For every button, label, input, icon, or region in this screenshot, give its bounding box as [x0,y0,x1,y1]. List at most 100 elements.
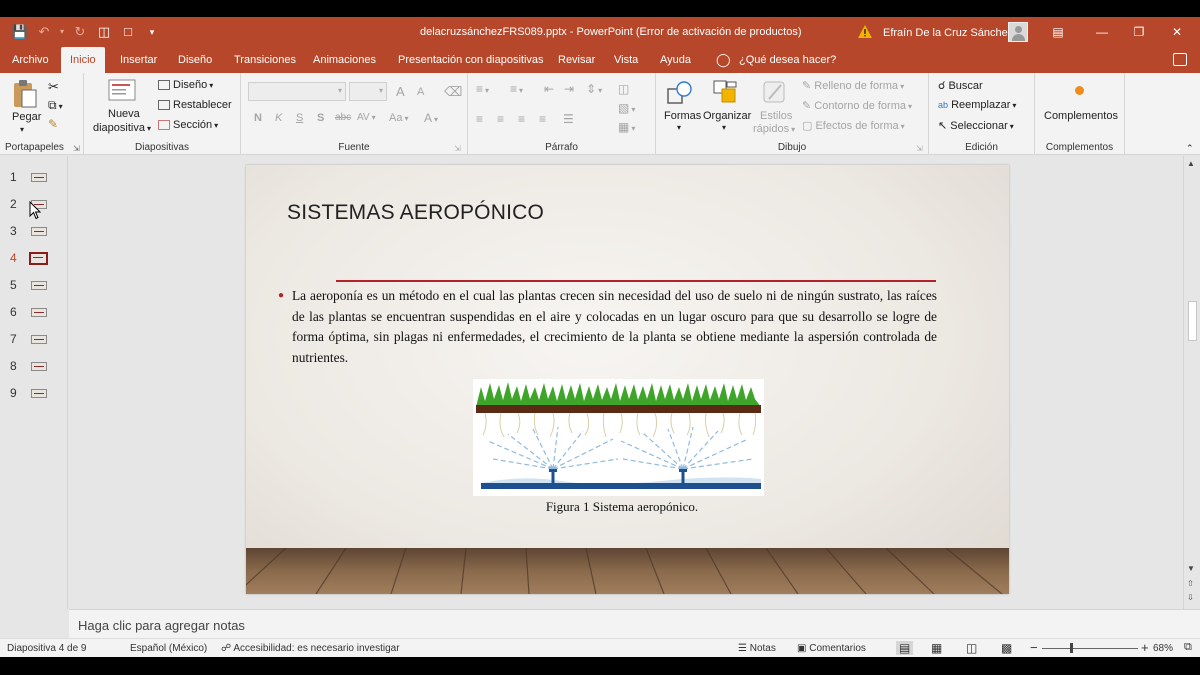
shapes-dropdown-icon[interactable]: ▾ [677,123,681,132]
distributed-icon[interactable]: ☰ [563,112,574,126]
undo-dropdown-icon[interactable]: ▾ [58,23,66,41]
zoom-slider[interactable] [1042,648,1138,649]
thumbnail-number[interactable]: 2 [10,197,17,211]
arrange-dropdown-icon[interactable]: ▾ [722,123,726,132]
shape-effects-button[interactable]: ▢ Efectos de forma ▾ [802,119,905,132]
shadow-button[interactable]: S [317,112,324,124]
thumbnail-number[interactable]: 3 [10,224,17,238]
line-spacing-icon[interactable]: ⇕ ▾ [586,82,602,96]
quick-styles-label-1[interactable]: Estilos [760,110,792,122]
next-slide-icon[interactable]: ⇩ [1187,593,1194,602]
shapes-button[interactable]: Formas [664,110,701,122]
tell-me-search[interactable]: ¿Qué desea hacer? [739,47,836,73]
thumbnail-number[interactable]: 5 [10,278,17,292]
tab-transiciones[interactable]: Transiciones [234,47,296,73]
layout-button[interactable]: Diseño ▾ [158,79,213,91]
restore-icon[interactable]: ❐ [1127,22,1151,42]
bold-button[interactable]: N [254,112,262,124]
zoom-out-icon[interactable]: − [1030,640,1038,655]
italic-button[interactable]: K [275,112,282,124]
font-size-combo[interactable]: ▾ [349,82,387,101]
char-spacing-button[interactable]: AV ▾ [357,112,376,123]
present-from-start-icon[interactable]: ◫ [94,23,114,41]
addins-button[interactable]: Complementos [1044,110,1118,122]
slideshow-icon[interactable]: ▩ [1001,641,1012,655]
undo-icon[interactable]: ↶ [34,23,54,41]
clear-format-icon[interactable]: ⌫ [444,84,462,100]
find-button[interactable]: ☌ Buscar [938,79,983,92]
thumbnail-slide-3[interactable] [31,227,47,236]
align-center-icon[interactable]: ≡ [497,112,504,126]
tab-diseno[interactable]: Diseño [178,47,212,73]
user-name[interactable]: Efraín De la Cruz Sánchez [883,27,1013,39]
numbering-icon[interactable]: ≡ ▾ [510,82,523,96]
new-slide-label-1[interactable]: Nueva [108,108,140,120]
avatar[interactable] [1008,22,1028,42]
aeroponic-system-image[interactable] [473,379,764,496]
tab-animaciones[interactable]: Animaciones [313,47,376,73]
notes-button[interactable]: ☰ Notas [738,643,776,654]
new-file-icon[interactable]: □ [118,23,138,41]
drawing-dialog-launcher-icon[interactable]: ⇲ [916,144,923,153]
tab-presentacion[interactable]: Presentación con diapositivas [398,47,544,73]
comments-icon[interactable] [1173,53,1187,66]
grow-font-icon[interactable]: A [396,84,405,99]
accessibility-status[interactable]: ☍ Accesibilidad: es necesario investigar [221,643,400,654]
thumbnail-number[interactable]: 1 [10,170,17,184]
align-left-icon[interactable]: ≡ [476,112,483,126]
shapes-icon[interactable] [666,79,694,107]
change-case-button[interactable]: Aa ▾ [389,112,408,124]
thumbnail-number[interactable]: 4 [10,251,17,265]
copy-icon[interactable]: ⧉ ▾ [48,98,63,113]
thumbnail-number[interactable]: 6 [10,305,17,319]
increase-indent-icon[interactable]: ⇥ [564,82,574,96]
shape-outline-button[interactable]: ✎ Contorno de forma ▾ [802,99,912,112]
thumbnail-number[interactable]: 7 [10,332,17,346]
new-slide-icon[interactable] [108,79,136,103]
zoom-in-icon[interactable]: + [1141,640,1149,655]
language-indicator[interactable]: Español (México) [130,643,207,654]
save-icon[interactable]: 💾 [10,23,30,41]
reset-button[interactable]: Restablecer [158,99,232,111]
format-painter-icon[interactable]: ✎ [48,117,58,131]
font-name-combo[interactable]: ▾ [248,82,346,101]
redo-icon[interactable]: ↻ [70,23,90,41]
zoom-slider-thumb[interactable] [1070,643,1073,653]
reading-view-icon[interactable]: ◫ [966,641,977,655]
slide-canvas[interactable]: SISTEMAS AEROPÓNICO ● La aeroponía es un… [246,165,1009,594]
strikethrough-button[interactable]: abc [335,112,351,123]
collapse-ribbon-icon[interactable]: ⌃ [1186,143,1194,154]
fit-to-window-icon[interactable]: ⧉ [1184,641,1192,654]
scroll-down-icon[interactable]: ▼ [1187,564,1195,573]
align-right-icon[interactable]: ≡ [518,112,525,126]
section-button[interactable]: Sección ▾ [158,119,218,131]
slide-sorter-icon[interactable]: ▦ [931,641,942,655]
font-dialog-launcher-icon[interactable]: ⇲ [454,144,461,153]
shrink-font-icon[interactable]: A [417,86,424,98]
slide-title[interactable]: SISTEMAS AEROPÓNICO [287,201,544,225]
close-icon[interactable]: ✕ [1165,22,1189,42]
cut-icon[interactable]: ✂ [48,79,59,95]
paste-button[interactable]: Pegar [12,111,41,123]
scroll-up-icon[interactable]: ▲ [1187,159,1195,168]
notes-placeholder[interactable]: Haga clic para agregar notas [78,618,245,633]
font-color-icon[interactable]: A ▾ [424,111,438,125]
thumbnail-slide-7[interactable] [31,335,47,344]
addins-icon[interactable] [1075,86,1084,95]
smartart-icon[interactable]: ▦ ▾ [618,120,635,134]
thumbnail-slide-9[interactable] [31,389,47,398]
tab-revisar[interactable]: Revisar [558,47,595,73]
shape-fill-button[interactable]: ✎ Relleno de forma ▾ [802,79,904,92]
arrange-icon[interactable] [712,79,740,107]
bullets-icon[interactable]: ≡ ▾ [476,82,489,96]
thumbnail-slide-5[interactable] [31,281,47,290]
thumbnail-slide-6[interactable] [31,308,47,317]
figure-caption[interactable]: Figura 1 Sistema aeropónico. [476,499,768,515]
thumbnail-number[interactable]: 8 [10,359,17,373]
new-slide-label-2[interactable]: diapositiva ▾ [93,122,151,134]
minimize-icon[interactable]: — [1090,22,1114,42]
dialog-launcher-icon[interactable]: ⇲ [73,144,80,153]
comments-button[interactable]: ▣ Comentarios [797,643,866,654]
warning-icon[interactable] [858,25,872,38]
tab-vista[interactable]: Vista [614,47,638,73]
